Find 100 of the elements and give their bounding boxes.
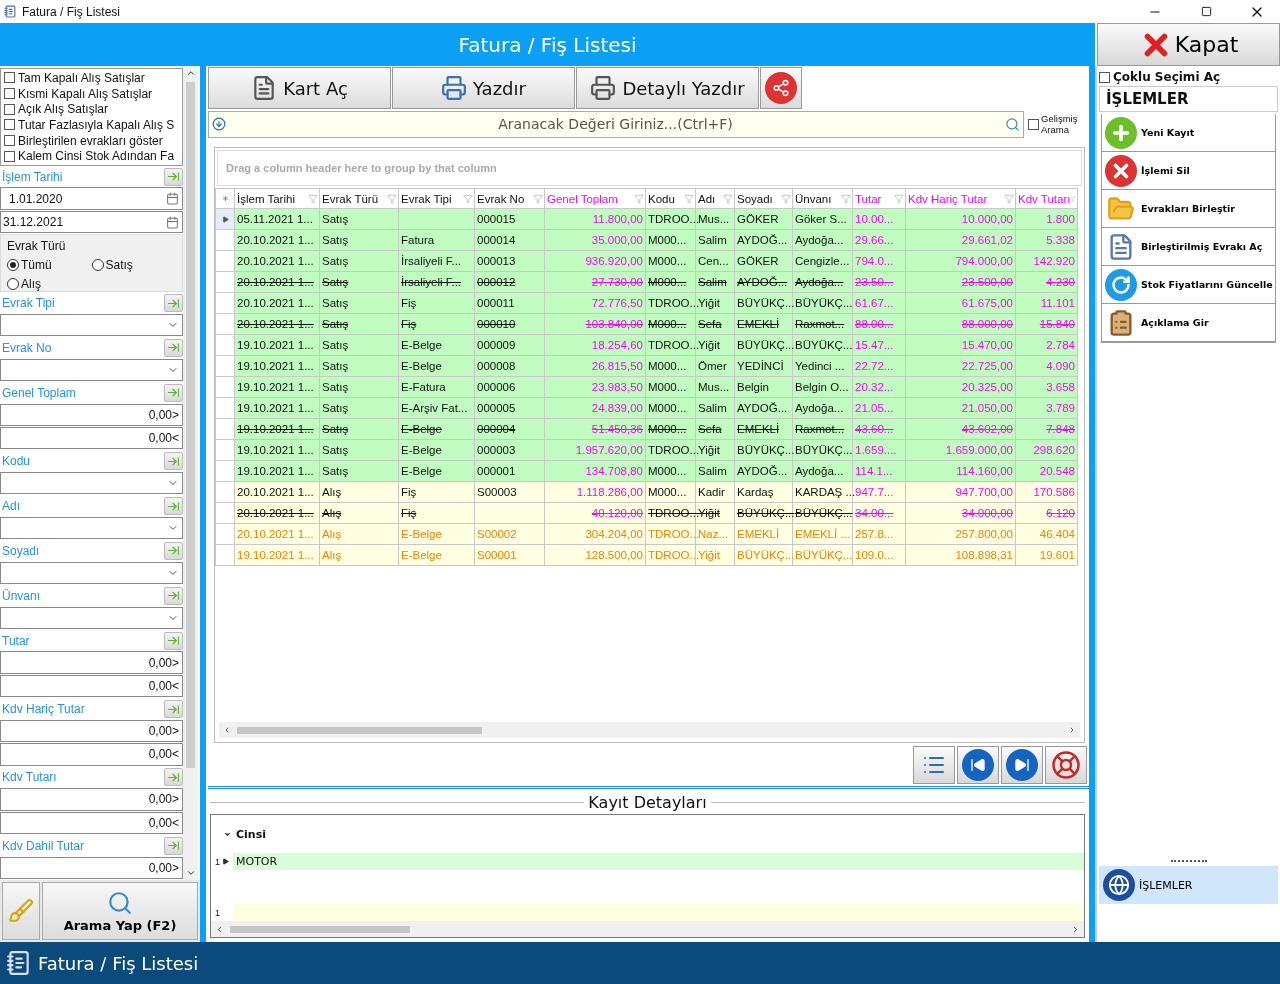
scroll-up-icon[interactable] [185,68,196,78]
checkbox[interactable] [4,72,15,84]
scrollbar[interactable] [219,722,1080,738]
scroll-left-icon[interactable] [215,924,224,934]
filter-label: Adı [1,499,20,514]
radio-button[interactable] [7,277,19,290]
dropdown-field[interactable] [0,358,183,382]
share-button[interactable] [760,67,802,109]
table-cell: Alış [319,502,399,524]
action-item[interactable]: Yeni Kayıt [1102,114,1275,152]
number-field[interactable]: 0,00< [0,743,183,766]
number-field[interactable]: 0,00> [0,651,183,674]
nav-item[interactable]: İŞLEMLER [1099,866,1278,904]
table-cell: TDROO... [645,544,696,566]
checkbox[interactable] [4,103,15,115]
table-cell: Salim [695,271,735,293]
checkbox[interactable] [1028,118,1039,130]
filter-icon[interactable] [841,193,851,204]
table-cell: 109.0... [852,544,906,566]
column-header[interactable]: Evrak No [474,188,545,209]
filter-icon[interactable] [894,193,904,204]
filter-icon[interactable] [533,193,543,204]
table-cell: 4.090 [1015,355,1078,377]
help-button[interactable] [1045,745,1087,784]
checkbox-label: Birleştirilen evrakları göster [18,133,163,148]
row-header[interactable] [215,208,235,230]
filter-icon[interactable] [684,193,694,204]
table-cell: Cen... [695,250,735,272]
number-field[interactable]: 0,00> [0,788,183,811]
close-button[interactable]: Kapat [1097,23,1280,66]
number-field[interactable]: 0,00> [0,403,183,426]
table-cell: Aydoğa... [792,460,853,482]
action-item[interactable]: Stok Fiyatlarını Güncelle [1102,266,1275,304]
number-field[interactable]: 0,00< [0,427,183,450]
column-header[interactable]: Soyadı [734,188,793,209]
scroll-left-icon[interactable] [223,726,231,734]
scroll-down-icon[interactable] [185,868,196,878]
table-cell: 000015 [474,208,545,230]
scrollbar[interactable] [211,921,1084,937]
column-header[interactable]: Evrak Türü [319,188,399,209]
table-cell: 26.815,50 [544,355,646,377]
filter-icon[interactable] [387,193,397,204]
column-header[interactable]: Cinsi [236,827,266,841]
number-field[interactable]: 0,00< [0,811,183,835]
checkbox[interactable] [4,150,15,162]
number-field[interactable]: 0,00< [0,674,183,698]
column-header[interactable]: Evrak Tipi [398,188,475,209]
checkbox[interactable] [1099,71,1110,83]
toolbar-button[interactable]: Yazdır [392,67,575,109]
column-header[interactable]: İşlem Tarihi [234,188,320,209]
column-header[interactable]: Ünvanı [792,188,853,209]
toolbar-button[interactable]: Detaylı Yazdır [576,67,759,109]
dropdown-field[interactable] [0,313,183,337]
first-button[interactable] [957,745,999,784]
table-cell: 257.8... [852,523,906,545]
column-header[interactable]: Adı [695,188,735,209]
filter-icon[interactable] [723,193,733,204]
radio-button[interactable] [91,258,104,271]
dropdown-field[interactable] [0,561,183,585]
toolbar-button[interactable]: Kart Aç [208,67,391,109]
filter-icon[interactable] [781,193,791,204]
table-cell: 19.10.2021 1... [234,334,320,356]
scroll-right-icon[interactable] [1068,726,1076,734]
number-field[interactable]: 0,00> [0,719,183,743]
dropdown-field[interactable] [0,606,183,630]
search-button[interactable]: Arama Yap (F2) [42,882,198,940]
dropdown-field[interactable] [0,471,183,495]
date-field[interactable]: 1.01.2020 [0,187,183,210]
filter-icon[interactable] [1070,193,1076,204]
filter-icon[interactable] [634,193,644,204]
scroll-right-icon[interactable] [1071,924,1080,934]
scrollbar[interactable] [183,66,198,880]
filter-icon[interactable] [1004,193,1014,204]
dropdown-icon[interactable] [212,117,226,131]
table-cell: Mus... [695,208,735,230]
dropdown-field[interactable] [0,516,183,540]
table-cell: 20.10.2021 1... [234,313,320,335]
action-item[interactable]: İşlemi Sil [1102,152,1275,190]
checkbox[interactable] [4,119,15,131]
table-cell: 257.800,00 [905,523,1016,545]
table-cell: Aydoğa... [792,397,853,419]
clear-button[interactable] [2,882,40,940]
last-button[interactable] [1001,745,1043,784]
list-button[interactable] [913,745,955,784]
checkbox[interactable] [4,88,15,99]
search-field[interactable]: Aranacak Değeri Giriniz...(Ctrl+F) [208,110,1024,138]
calendar-icon[interactable] [166,192,179,206]
calendar-icon[interactable] [166,215,179,229]
radio-button[interactable] [7,258,19,271]
checkbox[interactable] [4,135,15,146]
table-cell: 4.230 [1015,271,1078,293]
table-cell: Fiş [398,313,475,335]
filter-icon[interactable] [463,193,473,204]
notebook-icon [6,950,32,976]
column-header[interactable]: Kodu [645,188,696,209]
date-field[interactable]: 31.12.2021 [0,210,183,234]
filter-icon[interactable] [308,193,318,204]
filter-label: Evrak Tipi [1,296,55,311]
number-field[interactable]: 0,00> [0,856,183,879]
table-cell: 128.500,00 [544,544,646,566]
